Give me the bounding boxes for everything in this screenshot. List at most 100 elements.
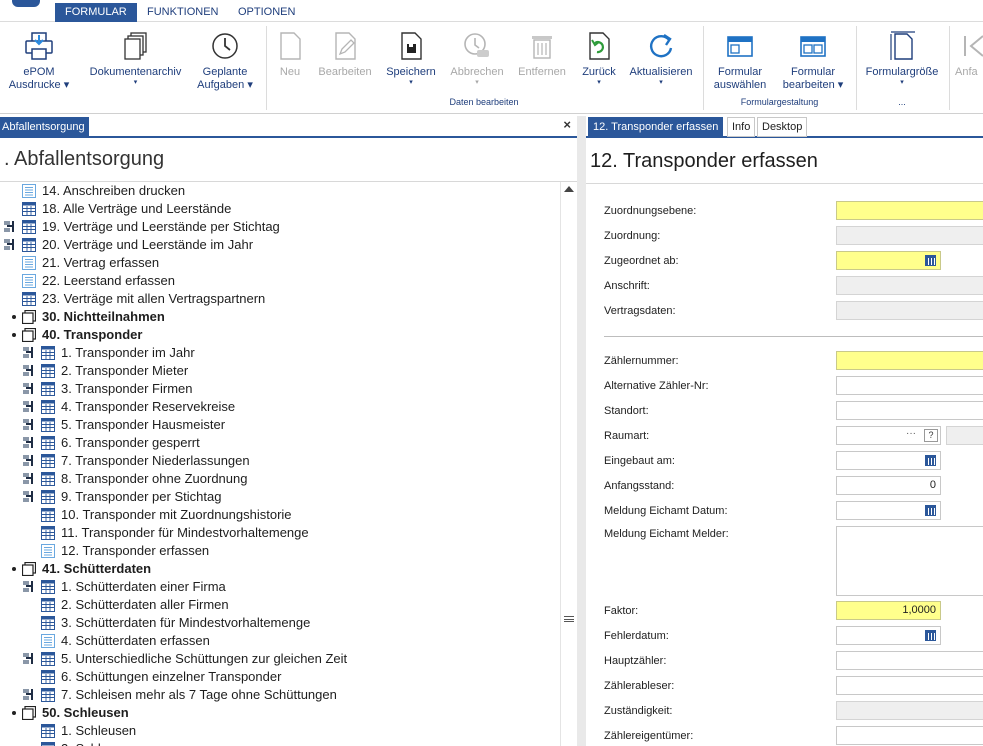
tree-item[interactable]: 3. Transponder Firmen [0, 380, 560, 398]
field-label: Zuordnungsebene: [604, 205, 697, 217]
calendar-icon[interactable] [925, 505, 936, 516]
expand-dot-icon[interactable] [12, 711, 16, 715]
field-input[interactable] [836, 226, 983, 245]
tree-item[interactable]: 20. Verträge und Leerstände im Jahr [0, 236, 560, 254]
tree-item[interactable]: 1. Transponder im Jahr [0, 344, 560, 362]
tree-item[interactable]: 1. Schütterdaten einer Firma [0, 578, 560, 596]
tab-info[interactable]: Info [727, 117, 756, 137]
dropdown-arrow: ▾ [63, 79, 70, 91]
tree-item[interactable]: 21. Vertrag erfassen [0, 254, 560, 272]
filter-icon [23, 344, 39, 362]
dropdown-arrow: ▾ [409, 79, 413, 86]
tab-abfallentsorgung[interactable]: Abfallentsorgung [0, 117, 89, 137]
field-input[interactable] [836, 701, 983, 720]
field-input[interactable] [836, 376, 983, 395]
calendar-icon[interactable] [925, 455, 936, 466]
first-record-button[interactable]: Anfa [955, 30, 983, 79]
form-size-button[interactable]: Formulargröße ▾ [862, 30, 942, 87]
tree-item[interactable]: 14. Anschreiben drucken [0, 182, 560, 200]
tasks-label-1: Geplante [202, 66, 248, 78]
epom-label-2: Ausdrucke [8, 79, 61, 91]
expand-dot-icon[interactable] [12, 333, 16, 337]
form-select-button[interactable]: Formular auswählen [710, 30, 770, 92]
scrollbar[interactable] [560, 182, 577, 746]
field-input[interactable]: 1,0000 [836, 601, 941, 620]
filter-icon [23, 578, 39, 596]
field-input[interactable] [836, 651, 983, 670]
field-input[interactable] [836, 401, 983, 420]
help-icon[interactable]: ? [924, 429, 938, 442]
form-edit-button[interactable]: Formular bearbeiten ▾ [776, 30, 850, 92]
calendar-icon[interactable] [925, 630, 936, 641]
ribbon-toolbar: ePOM Ausdrucke ▾ Dokumentenarchiv ▾ Gepl… [0, 22, 983, 114]
tree-item[interactable]: 2. Schleusen ... [0, 740, 560, 746]
field-input[interactable] [836, 726, 983, 745]
delete-button[interactable]: Entfernen [514, 30, 570, 79]
tree-item[interactable]: 10. Transponder mit Zuordnungshistorie [0, 506, 560, 524]
tree-item[interactable]: 9. Transponder per Stichtag [0, 488, 560, 506]
tree-item[interactable]: 5. Unterschiedliche Schüttungen zur glei… [0, 650, 560, 668]
filter-icon [23, 380, 39, 398]
tree-item[interactable]: 4. Transponder Reservekreise [0, 398, 560, 416]
field-label: Eingebaut am: [604, 455, 675, 467]
tree-item[interactable]: 5. Transponder Hausmeister [0, 416, 560, 434]
tree-item[interactable]: 2. Schütterdaten aller Firmen [0, 596, 560, 614]
field-input[interactable] [836, 526, 983, 596]
tree-item[interactable]: 2. Transponder Mieter [0, 362, 560, 380]
list-icon [22, 254, 36, 272]
save-button[interactable]: Speichern ▾ [382, 30, 440, 87]
splitter[interactable] [577, 116, 586, 746]
tree-group[interactable]: 40. Transponder [0, 326, 560, 344]
field-label: Vertragsdaten: [604, 305, 676, 317]
abort-button[interactable]: Abbrechen ▾ [446, 30, 508, 87]
tree-item[interactable]: 11. Transponder für Mindestvorhaltemenge [0, 524, 560, 542]
tree-item[interactable]: 4. Schütterdaten erfassen [0, 632, 560, 650]
scroll-thumb[interactable] [564, 616, 574, 622]
expand-dot-icon[interactable] [12, 315, 16, 319]
tree-item[interactable]: 6. Schüttungen einzelner Transponder [0, 668, 560, 686]
new-button[interactable]: Neu [272, 30, 308, 79]
scheduled-tasks-button[interactable]: Geplante Aufgaben ▾ [192, 30, 258, 92]
tree-group[interactable]: 41. Schütterdaten [0, 560, 560, 578]
lookup-dots-icon[interactable]: ··· [906, 428, 916, 439]
document-archive-button[interactable]: Dokumentenarchiv ▾ [88, 30, 183, 87]
ribbon-separator [856, 26, 857, 110]
field-input[interactable] [836, 201, 983, 220]
tree-item[interactable]: 12. Transponder erfassen [0, 542, 560, 560]
tree-group[interactable]: 30. Nichtteilnahmen [0, 308, 560, 326]
field-input[interactable] [836, 351, 983, 370]
tree-item[interactable]: 8. Transponder ohne Zuordnung [0, 470, 560, 488]
tree-item[interactable]: 22. Leerstand erfassen [0, 272, 560, 290]
tab-formular[interactable]: FORMULAR [55, 3, 137, 22]
dropdown-arrow: ▾ [133, 79, 138, 86]
field-input[interactable] [836, 676, 983, 695]
tree-item[interactable]: 7. Transponder Niederlassungen [0, 452, 560, 470]
tree-item[interactable]: 1. Schleusen [0, 722, 560, 740]
app-logo [12, 0, 40, 7]
field-input[interactable] [836, 301, 983, 320]
tree-item[interactable]: 19. Verträge und Leerstände per Stichtag [0, 218, 560, 236]
expand-dot-icon[interactable] [12, 567, 16, 571]
tree-item[interactable]: 23. Verträge mit allen Vertragspartnern [0, 290, 560, 308]
tab-transponder-erfassen[interactable]: 12. Transponder erfassen [588, 117, 724, 137]
tree-group[interactable]: 50. Schleusen [0, 704, 560, 722]
tree-item[interactable]: 6. Transponder gesperrt [0, 434, 560, 452]
tree-item[interactable]: 18. Alle Verträge und Leerstände [0, 200, 560, 218]
close-icon[interactable]: × [563, 117, 571, 132]
epom-print-button[interactable]: ePOM Ausdrucke ▾ [8, 30, 70, 92]
refresh-button[interactable]: Aktualisieren ▾ [626, 30, 696, 87]
tab-desktop[interactable]: Desktop [757, 117, 808, 137]
calendar-icon[interactable] [925, 255, 936, 266]
scroll-up-icon[interactable] [564, 186, 574, 192]
field-input[interactable] [836, 276, 983, 295]
tab-funktionen[interactable]: FUNKTIONEN [137, 3, 229, 22]
tree-item[interactable]: 3. Schütterdaten für Mindestvorhaltemeng… [0, 614, 560, 632]
list-icon [22, 272, 36, 290]
field-input[interactable]: 0 [836, 476, 941, 495]
edit-button[interactable]: Bearbeiten [314, 30, 376, 79]
back-button[interactable]: Zurück ▾ [578, 30, 620, 87]
tab-optionen[interactable]: OPTIONEN [228, 3, 305, 22]
field-label: Zählerableser: [604, 680, 675, 692]
field-label: Zuordnung: [604, 230, 661, 242]
tree-item[interactable]: 7. Schleisen mehr als 7 Tage ohne Schütt… [0, 686, 560, 704]
